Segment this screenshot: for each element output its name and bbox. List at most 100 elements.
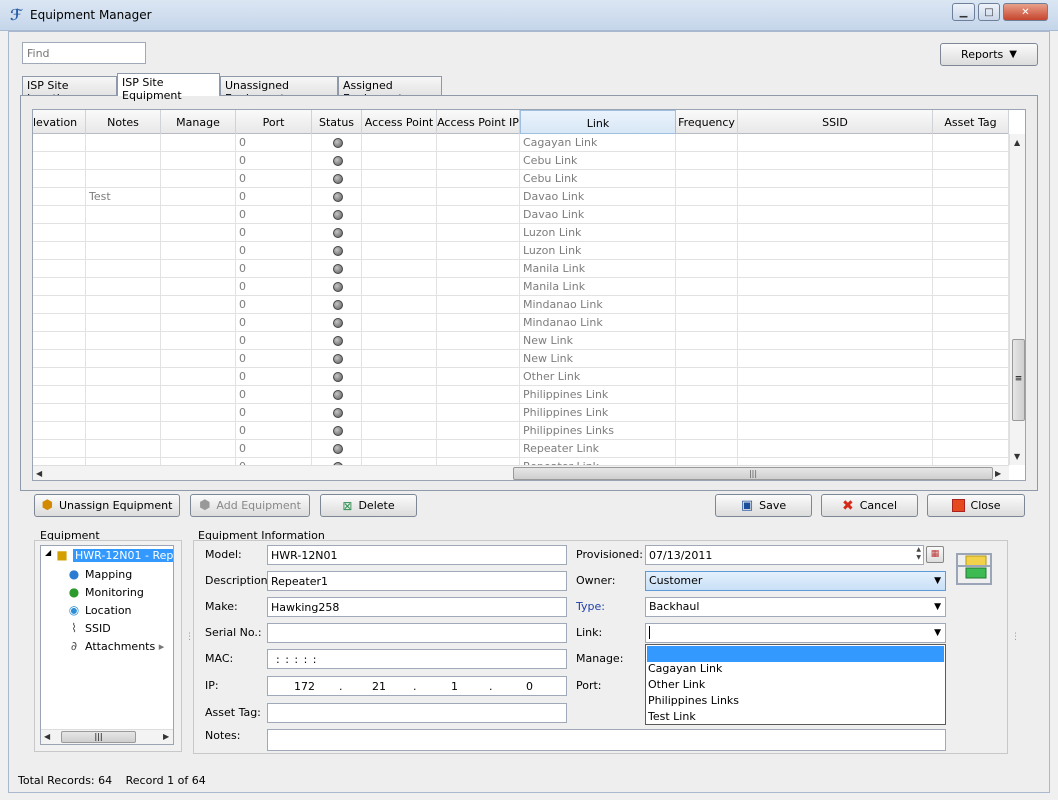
grid-body: 0 Cagayan Link 0 Cebu Link 0 Cebu Link Test 0 Da… [33, 134, 1009, 465]
scroll-up-icon[interactable]: ▲ [1014, 138, 1020, 147]
scroll-right-icon[interactable]: ▶ [995, 469, 1001, 478]
table-row[interactable]: 0 Manila Link [33, 260, 1009, 278]
table-row[interactable]: Test 0 Davao Link [33, 188, 1009, 206]
table-row[interactable]: 0 Cebu Link [33, 152, 1009, 170]
tree-hscroll-thumb[interactable]: ||| [61, 731, 136, 743]
grid-cell [362, 260, 437, 278]
table-row[interactable]: 0 Other Link [33, 368, 1009, 386]
reports-button[interactable]: Reports ▼ [940, 43, 1038, 66]
description-field[interactable]: Repeater1 [267, 571, 567, 591]
minimize-button[interactable]: ▁ [952, 3, 975, 21]
link-cell: Cebu Link [520, 152, 676, 170]
col-port[interactable]: Port [236, 110, 312, 134]
grid-horizontal-scrollbar[interactable]: ◀ ||| ▶ [33, 465, 1009, 480]
equipment-grid[interactable]: levation Notes Manage Port Status Access… [32, 109, 1026, 481]
grid-cell [437, 242, 520, 260]
link-option[interactable]: Cagayan Link [647, 661, 944, 677]
table-row[interactable]: 0 Philippines Link [33, 404, 1009, 422]
mac-field[interactable]: : : : : : [267, 649, 567, 669]
tree-item-ssid[interactable]: ⌇ SSID [67, 619, 111, 637]
tree-item-monitoring[interactable]: ● Monitoring [67, 583, 144, 601]
model-field[interactable]: HWR-12N01 [267, 545, 567, 565]
link-option[interactable]: Philippines Links [647, 693, 944, 709]
table-row[interactable]: 0 New Link [33, 350, 1009, 368]
scroll-left-icon[interactable]: ◀ [36, 469, 42, 478]
hscroll-thumb[interactable]: ||| [513, 467, 993, 480]
save-button[interactable]: ▣ Save [715, 494, 812, 517]
scroll-thumb[interactable]: ≡ [1012, 339, 1025, 421]
tab-unassigned-equipment[interactable]: Unassigned Equipment [220, 76, 338, 105]
table-row[interactable]: 0 Repeater Link [33, 458, 1009, 465]
cancel-button[interactable]: ✖ Cancel [821, 494, 918, 517]
col-ssid[interactable]: SSID [738, 110, 933, 134]
date-spinner-icon[interactable]: ▲ ▼ [916, 546, 921, 562]
calendar-icon[interactable]: ▦ [926, 546, 944, 563]
col-link[interactable]: Link [520, 110, 676, 134]
table-row[interactable]: 0 New Link [33, 332, 1009, 350]
grid-cell [738, 350, 933, 368]
tree-item-mapping[interactable]: ● Mapping [67, 565, 132, 583]
col-elevation[interactable]: levation [33, 110, 86, 134]
table-row[interactable]: 0 Luzon Link [33, 224, 1009, 242]
col-access-point[interactable]: Access Point [362, 110, 437, 134]
tab-assigned-equipment[interactable]: Assigned Equipment [338, 76, 442, 105]
link-cell: Manila Link [520, 260, 676, 278]
link-option[interactable] [647, 646, 944, 662]
table-row[interactable]: 0 Mindanao Link [33, 296, 1009, 314]
grid-cell [676, 332, 738, 350]
table-row[interactable]: 0 Davao Link [33, 206, 1009, 224]
tree-horizontal-scrollbar[interactable]: ◀ ||| ▶ [41, 729, 173, 744]
splitter-grip-icon[interactable]: ⋮ [1011, 632, 1020, 642]
notes-field[interactable] [267, 729, 946, 751]
delete-button[interactable]: ⊠ Delete [320, 494, 417, 517]
tab-isp-site-equipment[interactable]: ISP Site Equipment [117, 73, 220, 102]
type-dropdown[interactable]: Backhaul ▼ [645, 597, 946, 617]
table-row[interactable]: 0 Philippines Link [33, 386, 1009, 404]
table-row[interactable]: 0 Luzon Link [33, 242, 1009, 260]
col-manage[interactable]: Manage [161, 110, 236, 134]
find-input[interactable] [22, 42, 146, 64]
owner-dropdown[interactable]: Customer ▼ [645, 571, 946, 591]
table-row[interactable]: 0 Cebu Link [33, 170, 1009, 188]
link-option[interactable]: Other Link [647, 677, 944, 693]
asset-tag-field[interactable] [267, 703, 567, 723]
equipment-rack-icon [954, 546, 996, 590]
grid-cell [362, 350, 437, 368]
table-row[interactable]: 0 Cagayan Link [33, 134, 1009, 152]
tree-item-attachments[interactable]: ∂ Attachments ▸ [67, 637, 164, 655]
table-row[interactable]: 0 Manila Link [33, 278, 1009, 296]
equipment-tree[interactable]: ◢ ■ HWR-12N01 - Repea ● Mapping ● Monitorin… [40, 545, 174, 745]
link-option[interactable]: Test Link [647, 709, 944, 725]
collapse-icon[interactable]: ◢ [45, 548, 51, 557]
unassign-equipment-button[interactable]: ⬢ Unassign Equipment [34, 494, 180, 517]
tree-root-item[interactable]: ■ HWR-12N01 - Repea [55, 546, 173, 564]
make-field[interactable]: Hawking258 [267, 597, 567, 617]
floppy-disk-icon: ▣ [740, 498, 754, 513]
table-row[interactable]: 0 Repeater Link [33, 440, 1009, 458]
col-access-point-ip[interactable]: Access Point IP [437, 110, 520, 134]
scroll-down-icon[interactable]: ▼ [1014, 452, 1020, 461]
provisioned-date-field[interactable]: 07/13/2011 ▲ ▼ [645, 545, 924, 565]
scroll-right-icon[interactable]: ▶ [163, 732, 169, 741]
col-notes[interactable]: Notes [86, 110, 161, 134]
serial-field[interactable] [267, 623, 567, 643]
close-button[interactable]: Close [927, 494, 1025, 517]
scroll-left-icon[interactable]: ◀ [44, 732, 50, 741]
col-asset-tag[interactable]: Asset Tag [933, 110, 1009, 134]
table-row[interactable]: 0 Philippines Links [33, 422, 1009, 440]
table-row[interactable]: 0 Mindanao Link [33, 314, 1009, 332]
maximize-button[interactable]: □ [978, 3, 1000, 21]
grid-cell [33, 350, 86, 368]
link-dropdown-list[interactable]: Cagayan Link Other Link Philippines Link… [645, 644, 946, 725]
tab-isp-site-locations[interactable]: ISP Site Locations [22, 76, 117, 105]
window-close-button[interactable]: ✕ [1003, 3, 1048, 21]
link-dropdown[interactable]: ▼ [645, 623, 946, 643]
add-equipment-button[interactable]: ⬢ Add Equipment [190, 494, 310, 517]
tree-item-location[interactable]: ◉ Location [67, 601, 132, 619]
grid-cell [933, 206, 1009, 224]
ip-field[interactable]: 172 . 21 . 1 . 0 [267, 676, 567, 696]
col-frequency[interactable]: Frequency [676, 110, 738, 134]
col-status[interactable]: Status [312, 110, 362, 134]
grid-vertical-scrollbar[interactable]: ▲ ≡ ▼ [1009, 134, 1025, 465]
grid-cell [362, 152, 437, 170]
